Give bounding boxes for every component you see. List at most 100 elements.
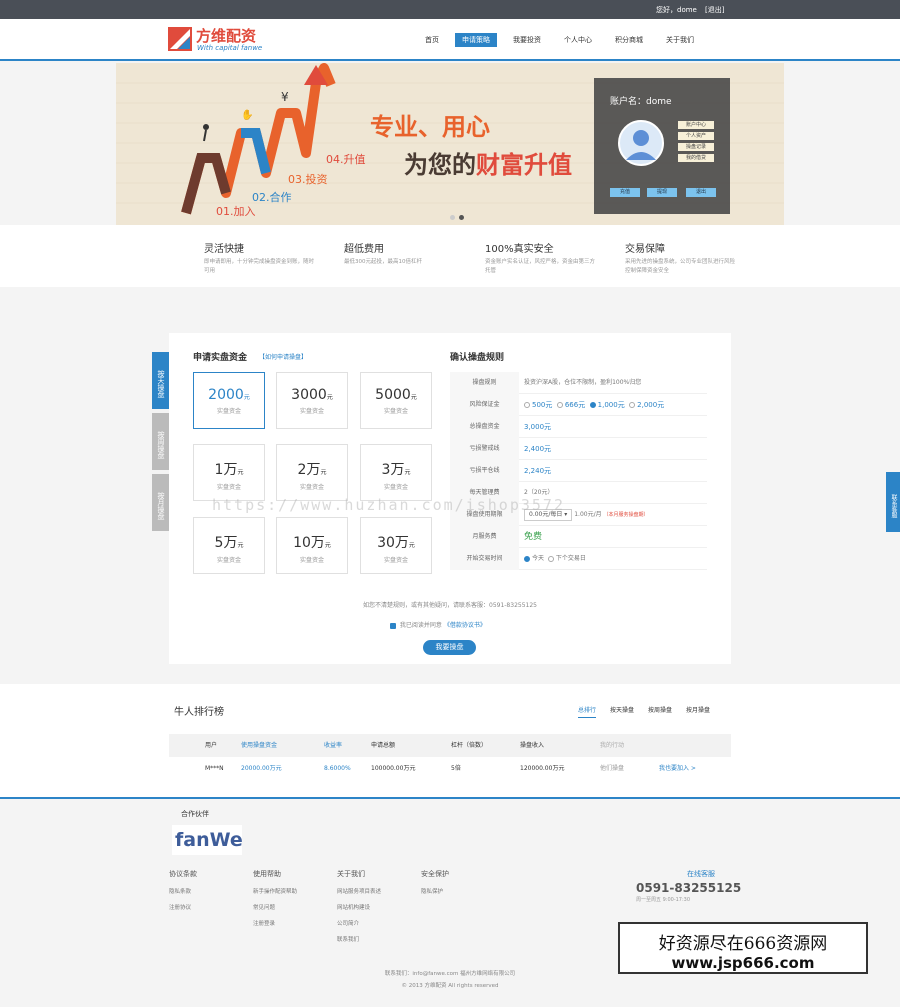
cell-capital: 20000.00万元 [241, 765, 282, 772]
carousel-dot-active[interactable] [459, 215, 464, 220]
amount-option[interactable]: 5000元 实盘资金 [360, 372, 432, 429]
footer-link[interactable]: 网站服务项目表述 [337, 887, 381, 895]
footer-col-title: 协议条款 [169, 870, 197, 878]
rule-value: 2,240元 [524, 467, 552, 475]
link-trade-records[interactable]: 操盘记录 [678, 143, 714, 151]
radio-next-day[interactable] [547, 555, 554, 562]
feature-desc: 最低300元起投，最高10倍杠杆 [344, 259, 422, 265]
column-header: 申请总额 [371, 742, 396, 749]
footer-link[interactable]: 注册登录 [253, 919, 297, 927]
footer-link[interactable]: 注册协议 [169, 903, 197, 911]
link-my-loans[interactable]: 我的借贷 [678, 154, 714, 162]
radio-deposit[interactable] [629, 402, 636, 408]
column-header: 杠杆（倍数） [451, 742, 488, 749]
step-join: 01.加入 [216, 205, 256, 218]
nav-apply-strategy[interactable]: 申请策略 [455, 33, 497, 47]
amount-option[interactable]: 10万元 实盘资金 [276, 517, 348, 574]
deposit-label: 1,000元 [597, 401, 625, 409]
amount-number: 30万 [377, 535, 409, 551]
main-nav: 首页 申请策略 我要投资 个人中心 积分商城 关于我们 [418, 33, 710, 47]
link-assets[interactable]: 个人资产 [678, 132, 714, 140]
agree-text: 我已阅读并同意 [399, 622, 442, 629]
footer-link[interactable]: 常见问题 [253, 903, 297, 911]
footer-column: 安全保护 隐私保护 [421, 869, 449, 903]
greeting-text: 您好，dome [656, 6, 697, 14]
logo-icon[interactable] [168, 27, 192, 51]
nav-home[interactable]: 首页 [418, 33, 446, 47]
amount-option[interactable]: 5万元实盘资金 [193, 517, 265, 574]
rule-value: 2,400元 [524, 445, 552, 453]
hero-banner: ✋ ¥ 01.加入 02.合作 03.投资 04.升值 专业、用心 为您的财富升… [116, 63, 784, 225]
link-account-center[interactable]: 账户中心 [678, 121, 714, 129]
hotline-label[interactable]: 在线客服 [687, 869, 715, 879]
tab-daily-rank[interactable]: 按天操盘 [610, 705, 634, 718]
footer-link[interactable]: 隐私条款 [169, 887, 197, 895]
amount-option[interactable]: 2万元 实盘资金 [276, 444, 348, 501]
nav-about[interactable]: 关于我们 [659, 33, 701, 47]
avatar[interactable] [618, 120, 664, 166]
rule-row: 月服务费 免费 [450, 526, 707, 548]
nav-invest[interactable]: 我要投资 [506, 33, 548, 47]
tab-all[interactable]: 总排行 [578, 705, 597, 718]
how-to-apply-link[interactable]: 【如何申请操盘】 [259, 352, 307, 361]
amount-option[interactable]: 3000元 实盘资金 [276, 372, 348, 429]
amount-label: 实盘资金 [299, 557, 324, 564]
radio-deposit-selected[interactable] [589, 402, 596, 408]
start-options: 今天 下个交易日 [524, 548, 586, 570]
amount-option[interactable]: 30万元 实盘资金 [360, 517, 432, 574]
footer-link[interactable]: 网站机构建设 [337, 903, 381, 911]
tab-daily[interactable]: 按天操盘 [152, 352, 169, 409]
nav-points-mall[interactable]: 积分商城 [608, 33, 650, 47]
tab-weekly[interactable]: 按周操盘 [152, 413, 169, 470]
nav-account[interactable]: 个人中心 [557, 33, 599, 47]
feature-item: 100%真实安全 资金账户实名认证，风控严格，资金由第三方托管 [485, 240, 595, 276]
amount-label: 实盘资金 [216, 557, 241, 564]
amount-number: 2000 [208, 387, 244, 403]
radio-deposit[interactable] [524, 402, 530, 408]
footer-link[interactable]: 新手操作配资帮助 [253, 887, 297, 895]
footer-link[interactable]: 公司简介 [337, 919, 381, 927]
amount-number: 3万 [381, 462, 405, 478]
tab-weekly-rank[interactable]: 按周操盘 [648, 705, 672, 718]
logout-link[interactable]: [退出] [705, 5, 724, 15]
column-header[interactable]: 收益率 [324, 734, 342, 757]
banner-slogan-primary: 专业、用心 [370, 113, 490, 141]
amount-value: 5万元 [194, 532, 264, 552]
banner-slogan-secondary: 为您的财富升值 [404, 145, 572, 180]
footer-col-title: 关于我们 [337, 870, 365, 878]
footer-column: 协议条款隐私条款注册协议 [169, 869, 197, 919]
carousel-dot[interactable] [450, 215, 455, 220]
ranking-tabs: 总排行 按天操盘 按周操盘 按月操盘 [578, 705, 724, 718]
account-name: 账户名：dome [610, 97, 672, 107]
svg-text:¥: ¥ [281, 90, 289, 104]
brand-name[interactable]: 方维配资 [196, 25, 256, 46]
amount-value: 3万元 [361, 459, 431, 479]
rule-key: 开始交易时间 [450, 548, 519, 570]
radio-deposit[interactable] [556, 402, 563, 408]
radio-today[interactable] [524, 555, 530, 562]
rule-value: 免费 [524, 532, 543, 542]
top-bar: 您好，dome [退出] [0, 0, 900, 19]
partner-title: 合作伙伴 [181, 810, 209, 818]
step-cooperate: 02.合作 [252, 191, 292, 204]
agreement-link[interactable]: 《借款协议书》 [444, 622, 486, 629]
rule-row: 操盘规则 投资沪深A股，仓位不限制，盈利100%归您 [450, 372, 707, 394]
footer-link[interactable]: 联系我们 [337, 935, 381, 943]
rule-key: 总操盘资金 [450, 416, 519, 438]
agree-checkbox[interactable] [390, 622, 396, 629]
recharge-button[interactable]: 充值 [610, 188, 640, 197]
withdraw-button[interactable]: 提现 [647, 188, 677, 197]
tab-monthly[interactable]: 按月操盘 [152, 474, 169, 531]
tab-monthly-rank[interactable]: 按月操盘 [686, 705, 710, 718]
amount-option[interactable]: 3万元 实盘资金 [360, 444, 432, 501]
amount-option[interactable]: 2000元 实盘资金 [193, 372, 265, 429]
start-trading-button[interactable]: 我要操盘 [423, 640, 476, 655]
column-header[interactable]: 使用操盘资金 [241, 734, 277, 757]
floating-contact-tab[interactable]: 联系客服 [886, 472, 900, 532]
join-link[interactable]: 我也要加入 > [659, 757, 696, 780]
logout-button[interactable]: 退出 [686, 188, 716, 197]
partner-logo[interactable]: fanWe [172, 825, 243, 855]
footer-link[interactable]: 隐私保护 [421, 887, 449, 895]
amount-option[interactable]: 1万元 实盘资金 [193, 444, 265, 501]
deposit-label: 500元 [532, 401, 553, 409]
